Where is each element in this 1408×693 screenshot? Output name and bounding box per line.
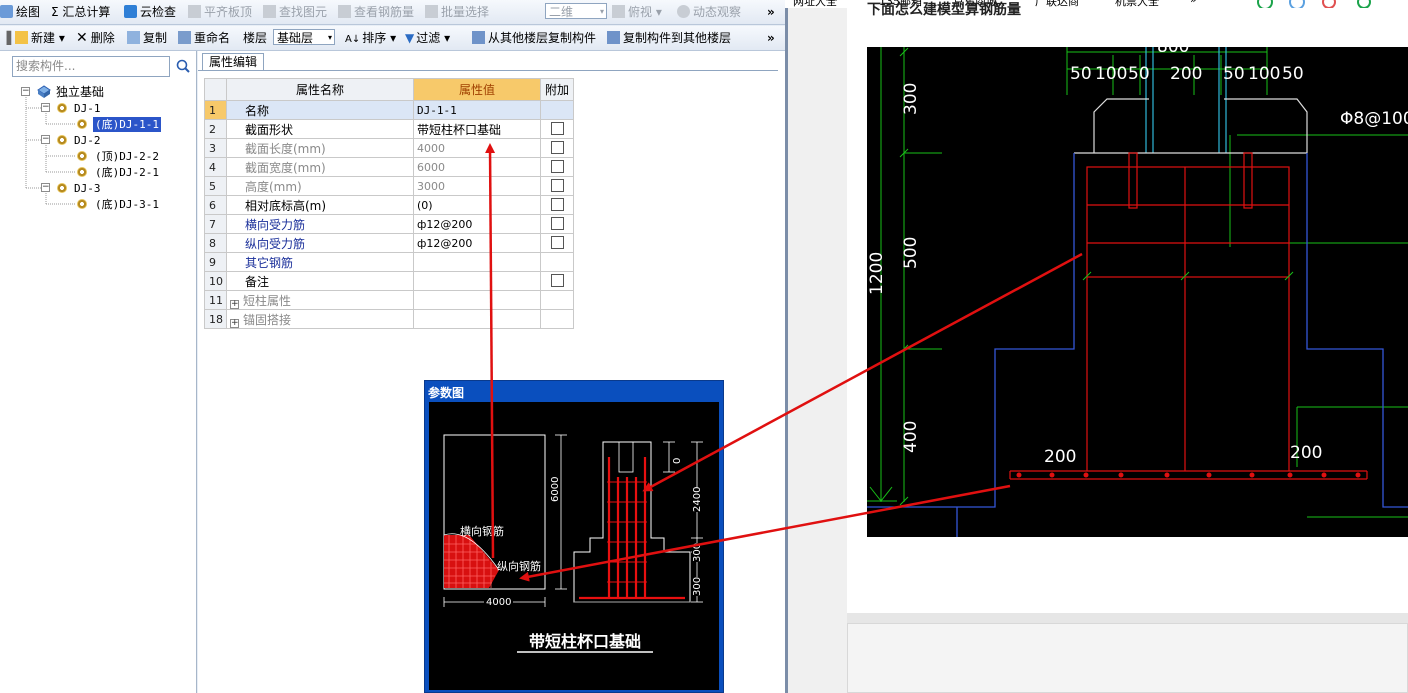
annotation-arrows-overlay	[485, 143, 1083, 582]
arrow-to-longitudinal-rebar	[519, 484, 1011, 582]
arrow-to-section-shape	[485, 143, 496, 559]
arrow-to-elevation-rebar	[642, 252, 1083, 492]
